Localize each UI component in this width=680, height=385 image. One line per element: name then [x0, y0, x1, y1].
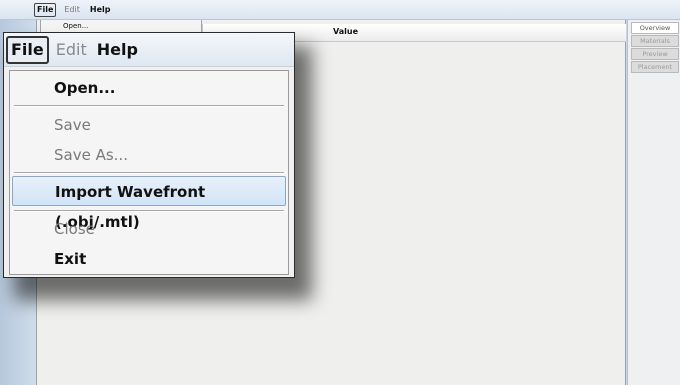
tab-placement[interactable]: Placement — [631, 61, 679, 73]
tab-preview[interactable]: Preview — [631, 48, 679, 60]
file-menu-dropdown: Open... Save Save As... Import Wavefront… — [9, 70, 289, 275]
bg-menu-edit[interactable]: Edit — [62, 4, 82, 16]
right-side-panel: Overview Materials Preview Placement — [627, 20, 680, 385]
menu-item-close[interactable]: Close — [12, 214, 286, 244]
menu-separator — [14, 105, 284, 107]
menu-file[interactable]: File — [6, 35, 49, 64]
bg-menu-help[interactable]: Help — [88, 4, 113, 16]
menu-item-exit[interactable]: Exit — [12, 244, 286, 274]
right-tab-list: Overview Materials Preview Placement — [631, 22, 679, 74]
menu-item-open[interactable]: Open... — [12, 73, 286, 103]
bg-menubar: File Edit Help — [34, 3, 112, 17]
title-bar: File Edit Help — [0, 0, 680, 20]
menu-edit[interactable]: Edit — [53, 38, 90, 62]
column-header-value[interactable]: Value — [333, 27, 358, 36]
menubar: File Edit Help — [4, 33, 294, 67]
tab-overview[interactable]: Overview — [631, 22, 679, 34]
menu-separator — [14, 172, 284, 174]
menu-item-save[interactable]: Save — [12, 110, 286, 140]
menu-item-import-wavefront[interactable]: Import Wavefront (.obj/.mtl) — [12, 176, 286, 231]
menu-separator — [14, 210, 284, 212]
menu-callout: File Edit Help Open... Save Save As... I… — [3, 32, 295, 278]
menu-item-save-as[interactable]: Save As... — [12, 140, 286, 170]
bg-menu-file[interactable]: File — [34, 3, 57, 17]
menu-help[interactable]: Help — [94, 38, 141, 62]
tab-materials[interactable]: Materials — [631, 35, 679, 47]
